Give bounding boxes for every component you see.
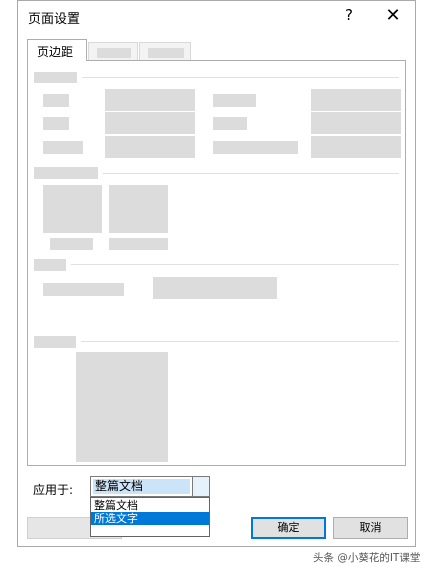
close-icon[interactable]: ✕ xyxy=(382,5,404,27)
watermark-text: 头条 @小葵花的IT课堂 xyxy=(313,552,421,564)
help-button[interactable]: ? xyxy=(340,6,358,26)
left-margin-input[interactable] xyxy=(105,112,195,134)
tab-layout[interactable] xyxy=(139,42,191,61)
gutter-position-label-placeholder xyxy=(213,141,298,154)
tab-paper[interactable] xyxy=(88,42,138,61)
apply-to-label: 应用于: xyxy=(33,483,74,497)
pages-section-header-placeholder xyxy=(34,259,66,271)
preview-section-header-placeholder xyxy=(34,336,76,348)
chevron-down-icon[interactable] xyxy=(192,477,209,496)
section-divider xyxy=(103,173,399,174)
cancel-button[interactable]: 取消 xyxy=(333,517,408,539)
left-margin-label-placeholder xyxy=(43,117,69,130)
landscape-label-placeholder xyxy=(109,238,168,250)
multiple-pages-select[interactable] xyxy=(153,277,277,299)
section-divider xyxy=(82,77,399,78)
multiple-pages-label-placeholder xyxy=(43,283,124,296)
landscape-option[interactable] xyxy=(109,185,168,233)
apply-to-select[interactable]: 整篇文档 xyxy=(90,476,210,497)
dropdown-option-selected-text[interactable]: 所选文字 xyxy=(91,512,209,525)
bottom-margin-label-placeholder xyxy=(213,94,256,107)
dropdown-option-whole-document[interactable]: 整篇文档 xyxy=(91,499,209,512)
page-preview xyxy=(76,352,168,462)
margins-section-header-placeholder xyxy=(34,72,77,83)
tab-layout-label-placeholder xyxy=(148,48,184,58)
top-margin-input[interactable] xyxy=(105,89,195,111)
dialog-title: 页面设置 xyxy=(28,12,81,27)
tab-margins-label: 页边距 xyxy=(37,45,74,59)
section-divider xyxy=(71,264,399,265)
margins-panel xyxy=(27,60,406,466)
gutter-position-select[interactable] xyxy=(311,136,401,158)
title-bar: 页面设置 ? ✕ xyxy=(18,1,415,32)
right-margin-label-placeholder xyxy=(213,117,247,130)
ok-button[interactable]: 确定 xyxy=(251,517,326,539)
portrait-option[interactable] xyxy=(43,185,102,233)
tab-margins[interactable]: 页边距 xyxy=(27,39,87,61)
gutter-input[interactable] xyxy=(105,136,195,158)
tab-paper-label-placeholder xyxy=(97,48,131,58)
apply-to-dropdown: 整篇文档 所选文字 xyxy=(90,497,210,537)
apply-to-selected-value: 整篇文档 xyxy=(93,479,190,494)
orientation-section-header-placeholder xyxy=(34,167,98,179)
section-divider xyxy=(81,341,399,342)
right-margin-input[interactable] xyxy=(311,112,401,134)
bottom-margin-input[interactable] xyxy=(311,89,401,111)
page-setup-dialog: 页面设置 ? ✕ 页边距 应用于: 整篇文档 整篇文档 所选文字 确定 取消 xyxy=(17,0,416,547)
gutter-label-placeholder xyxy=(43,141,83,154)
top-margin-label-placeholder xyxy=(43,94,69,107)
portrait-label-placeholder xyxy=(50,238,93,250)
